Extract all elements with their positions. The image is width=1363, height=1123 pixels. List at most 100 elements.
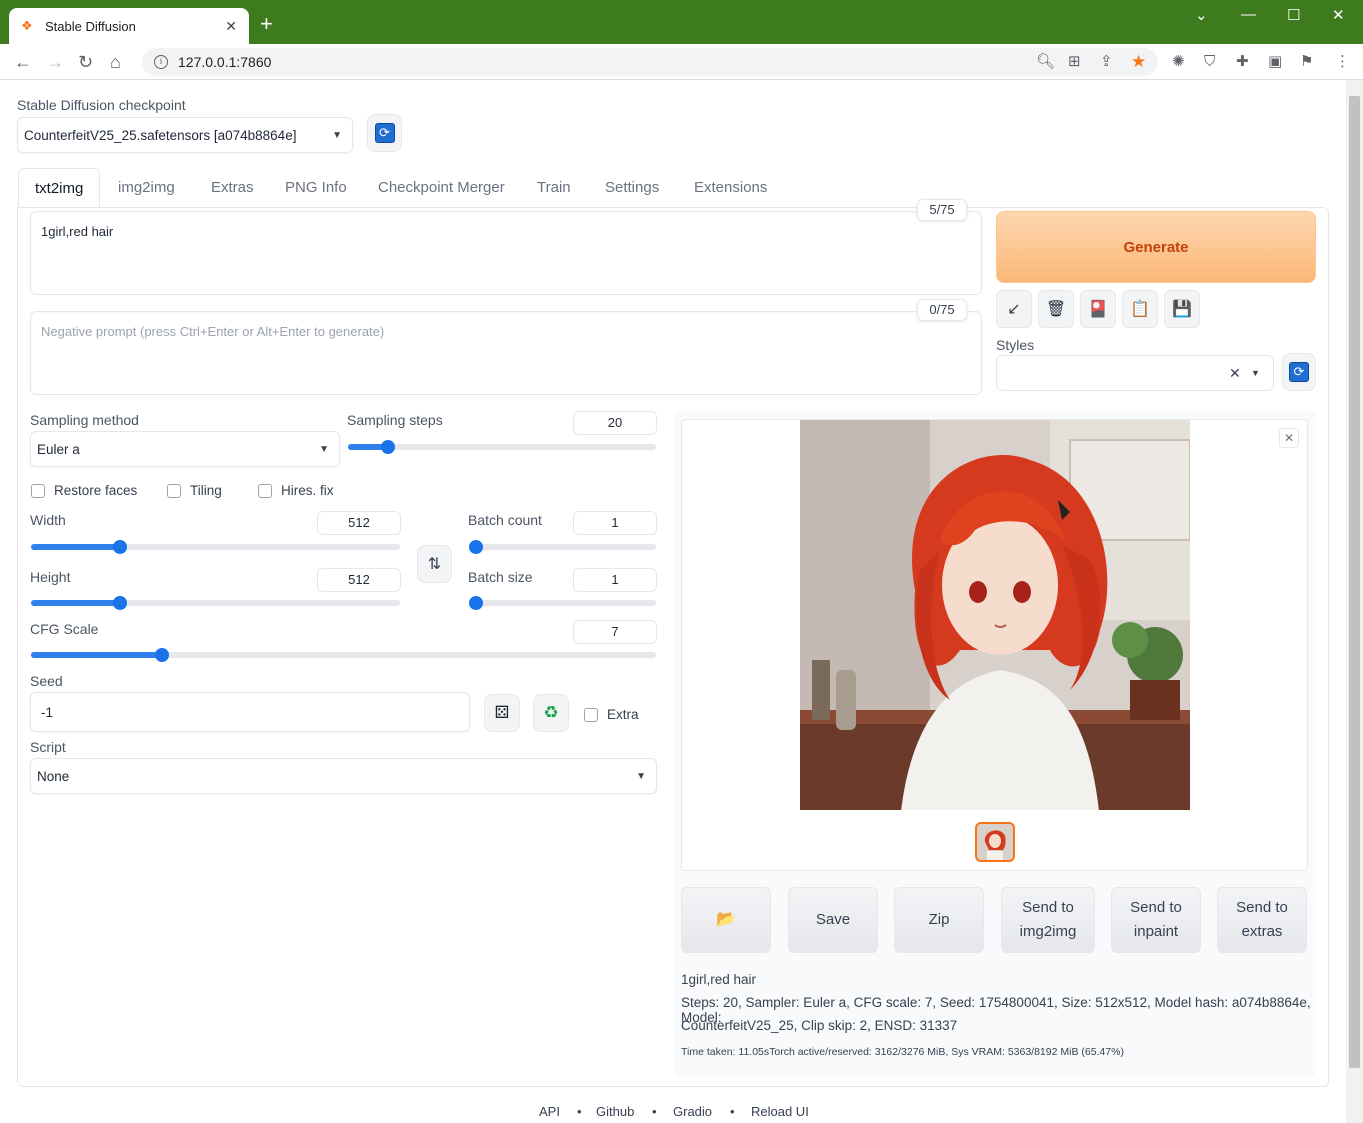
script-value: None (37, 768, 70, 784)
close-tab-icon[interactable]: ✕ (225, 18, 237, 35)
send-to-inpaint-button[interactable]: Send to inpaint (1111, 887, 1201, 953)
swap-dimensions-button[interactable]: ⇅ (417, 545, 452, 583)
refresh-styles-button[interactable]: ⟳ (1282, 353, 1316, 391)
extensions-puzzle-icon[interactable]: ✚ (1236, 53, 1249, 71)
batch-count-slider[interactable] (469, 540, 656, 554)
height-input[interactable]: 512 (317, 568, 401, 592)
tab-checkpoint-merger[interactable]: Checkpoint Merger (378, 168, 505, 208)
slider-thumb[interactable] (469, 596, 483, 610)
folder-icon: 📂 (716, 911, 736, 928)
bookmark-star-icon[interactable]: ★ (1131, 53, 1146, 71)
batch-count-input[interactable]: 1 (573, 511, 657, 535)
scrollbar-thumb[interactable] (1349, 96, 1360, 1068)
extension-2-icon[interactable]: ⛉ (1204, 53, 1215, 71)
random-seed-button[interactable]: ⚄ (484, 694, 520, 732)
tab-img2img[interactable]: img2img (118, 168, 175, 208)
hires-fix-checkbox[interactable] (258, 484, 272, 498)
send-to-extras-line2: extras (1241, 923, 1283, 940)
send-to-img2img-button[interactable]: Send to img2img (1001, 887, 1095, 953)
read-params-button[interactable]: ↙ (996, 290, 1032, 328)
slider-fill (31, 544, 120, 550)
profile-icon[interactable]: ⚑ (1300, 53, 1313, 71)
clear-prompt-button[interactable]: 🗑 (1038, 290, 1074, 328)
tab-train[interactable]: Train (537, 168, 571, 208)
extension-1-icon[interactable]: ✺ (1172, 53, 1185, 71)
tab-settings[interactable]: Settings (605, 168, 659, 208)
footer-reload-link[interactable]: Reload UI (751, 1104, 809, 1119)
back-icon[interactable]: ← (14, 52, 32, 72)
home-icon[interactable]: ⌂ (110, 52, 121, 72)
tab-search-icon[interactable]: ⌄ (1195, 6, 1208, 24)
extra-seed-checkbox[interactable] (584, 708, 598, 722)
translate-icon[interactable]: ⊞ (1068, 53, 1081, 71)
share-icon[interactable]: ⇪ (1100, 53, 1113, 71)
height-slider[interactable] (31, 596, 400, 610)
footer-github-link[interactable]: Github (596, 1104, 634, 1119)
new-tab-icon[interactable]: + (260, 12, 273, 36)
tab-extras[interactable]: Extras (211, 168, 254, 208)
generate-button[interactable]: Generate (996, 211, 1316, 283)
browser-toolbar: ← → ↻ ⌂ i 127.0.0.1:7860 🔍︎ ⊞ ⇪ ★ ✺ ⛉ ✚ … (0, 44, 1363, 80)
footer-gradio-link[interactable]: Gradio (673, 1104, 712, 1119)
tab-extensions[interactable]: Extensions (694, 168, 767, 208)
batch-size-slider[interactable] (469, 596, 656, 610)
browser-tab[interactable]: ❖ Stable Diffusion ✕ (9, 8, 249, 44)
clear-styles-icon[interactable]: ✕ (1229, 365, 1241, 382)
reload-icon[interactable]: ↻ (78, 52, 93, 72)
open-folder-button[interactable]: 📂 (681, 887, 771, 953)
minimize-icon[interactable]: — (1241, 6, 1256, 23)
apply-style-button[interactable]: 📋 (1122, 290, 1158, 328)
extra-networks-button[interactable]: 🎴 (1080, 290, 1116, 328)
sampling-steps-input[interactable]: 20 (573, 411, 657, 435)
footer-api-link[interactable]: API (539, 1104, 560, 1119)
site-info-icon[interactable]: i (154, 55, 168, 69)
width-slider[interactable] (31, 540, 400, 554)
sampling-steps-slider[interactable] (348, 440, 656, 454)
save-button[interactable]: Save (788, 887, 878, 953)
height-label: Height (30, 569, 71, 585)
styles-select[interactable]: ✕ ▼ (996, 355, 1274, 391)
address-bar[interactable]: i 127.0.0.1:7860 (142, 48, 1158, 76)
generation-time: Time taken: 11.05sTorch active/reserved:… (681, 1046, 1124, 1058)
save-style-button[interactable]: 💾 (1164, 290, 1200, 328)
seed-input[interactable]: -1 (30, 692, 470, 732)
refresh-checkpoint-button[interactable]: ⟳ (367, 114, 402, 152)
cfg-scale-input[interactable]: 7 (573, 620, 657, 644)
cfg-scale-slider[interactable] (31, 648, 656, 662)
slider-thumb[interactable] (113, 596, 127, 610)
side-panel-icon[interactable]: ▣ (1268, 53, 1282, 71)
restore-faces-checkbox[interactable] (31, 484, 45, 498)
slider-thumb[interactable] (381, 440, 395, 454)
gallery-thumbnail[interactable] (975, 822, 1015, 862)
slider-thumb[interactable] (469, 540, 483, 554)
tiling-checkbox[interactable] (167, 484, 181, 498)
refresh-icon: ⟳ (1289, 362, 1309, 382)
reuse-seed-button[interactable]: ♻ (533, 694, 569, 732)
prompt-textarea[interactable]: 1girl,red hair (30, 211, 982, 295)
tab-txt2img[interactable]: txt2img (18, 168, 101, 208)
generated-image[interactable] (800, 420, 1190, 810)
slider-thumb[interactable] (155, 648, 169, 662)
maximize-icon[interactable]: ☐ (1287, 6, 1300, 24)
script-select[interactable]: None ▼ (30, 758, 657, 794)
zoom-icon[interactable]: 🔍︎ (1036, 53, 1055, 71)
slider-thumb[interactable] (113, 540, 127, 554)
checkpoint-label: Stable Diffusion checkpoint (17, 97, 186, 113)
zip-button[interactable]: Zip (894, 887, 984, 953)
trash-icon: 🗑 (1045, 301, 1067, 318)
styles-label: Styles (996, 337, 1035, 353)
footer-separator: • (730, 1104, 735, 1119)
menu-icon[interactable]: ⋮ (1335, 53, 1350, 71)
tab-png-info[interactable]: PNG Info (285, 168, 347, 208)
chevron-down-icon: ▼ (332, 129, 342, 141)
send-to-extras-button[interactable]: Send to extras (1217, 887, 1307, 953)
window-close-icon[interactable]: ✕ (1332, 6, 1345, 24)
negative-prompt-textarea[interactable]: Negative prompt (press Ctrl+Enter or Alt… (30, 311, 982, 395)
batch-size-input[interactable]: 1 (573, 568, 657, 592)
close-gallery-icon[interactable]: ✕ (1279, 428, 1299, 448)
width-input[interactable]: 512 (317, 511, 401, 535)
checkpoint-select[interactable]: CounterfeitV25_25.safetensors [a074b8864… (17, 117, 353, 153)
forward-icon[interactable]: → (46, 52, 64, 72)
sampling-method-select[interactable]: Euler a ▼ (30, 431, 340, 467)
favicon-icon: ❖ (21, 18, 33, 33)
